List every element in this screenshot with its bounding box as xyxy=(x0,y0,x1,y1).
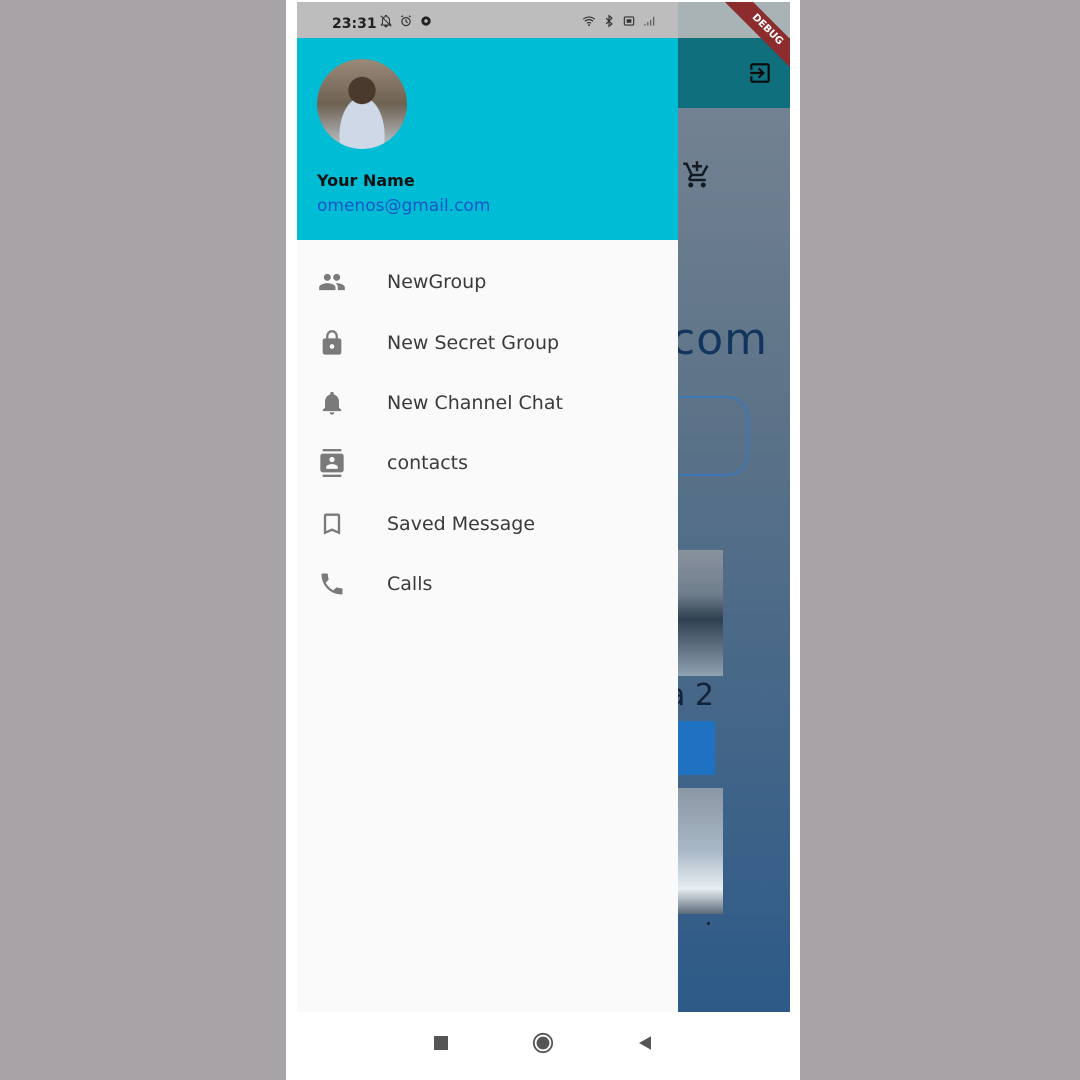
alarm-icon xyxy=(401,15,411,27)
user-name: Your Name xyxy=(317,171,415,190)
wifi-icon xyxy=(582,16,596,27)
phone-frame: com a 2 DEBUG 23:31 Your Name omenos@gma… xyxy=(286,0,800,1080)
menu-item-label: New Channel Chat xyxy=(387,391,563,414)
home-button[interactable] xyxy=(532,1032,554,1054)
sim-icon xyxy=(623,16,635,26)
back-button[interactable] xyxy=(636,1034,654,1052)
screen: com a 2 DEBUG 23:31 Your Name omenos@gma… xyxy=(297,2,790,1012)
background-image xyxy=(677,550,723,676)
status-icons-right xyxy=(582,14,656,28)
background-button xyxy=(677,721,715,775)
settings-icon xyxy=(421,16,431,26)
menu-item-contacts[interactable]: contacts xyxy=(297,433,678,493)
bookmark-icon xyxy=(318,510,346,538)
system-navigation-bar xyxy=(286,1012,800,1080)
menu-item-calls[interactable]: Calls xyxy=(297,554,678,614)
menu-item-label: NewGroup xyxy=(387,271,487,294)
group-icon xyxy=(318,268,346,296)
bell-off-icon xyxy=(380,14,392,28)
add-cart-icon xyxy=(683,161,709,188)
menu-item-label: Calls xyxy=(387,573,433,596)
status-icons-left xyxy=(379,14,433,28)
avatar[interactable] xyxy=(317,59,407,149)
status-time: 23:31 xyxy=(332,16,377,32)
menu-item-label: New Secret Group xyxy=(387,331,560,354)
phone-icon xyxy=(318,570,346,598)
user-email: omenos@gmail.com xyxy=(317,196,491,216)
drawer-menu: NewGroup New Secret Group New Channel Ch… xyxy=(297,252,678,614)
exit-icon[interactable] xyxy=(747,60,773,86)
menu-item-new-channel-chat[interactable]: New Channel Chat xyxy=(297,373,678,433)
bell-icon xyxy=(318,389,346,417)
bluetooth-icon xyxy=(605,14,613,28)
recent-apps-button[interactable] xyxy=(434,1036,448,1050)
background-dot xyxy=(707,922,710,925)
contacts-icon xyxy=(318,449,346,478)
menu-item-label: contacts xyxy=(387,452,469,475)
menu-item-new-secret-group[interactable]: New Secret Group xyxy=(297,312,678,372)
menu-item-saved-message[interactable]: Saved Message xyxy=(297,494,678,554)
lock-icon xyxy=(318,329,346,357)
menu-item-new-group[interactable]: NewGroup xyxy=(297,252,678,312)
navigation-drawer: 23:31 Your Name omenos@gmail.com NewGrou… xyxy=(297,2,678,1012)
drawer-header: Your Name omenos@gmail.com xyxy=(297,38,678,240)
background-image xyxy=(677,788,723,914)
background-partial-text: com xyxy=(671,314,768,365)
status-bar: 23:31 xyxy=(297,2,678,38)
menu-item-label: Saved Message xyxy=(387,512,536,535)
signal-icon xyxy=(644,16,655,26)
